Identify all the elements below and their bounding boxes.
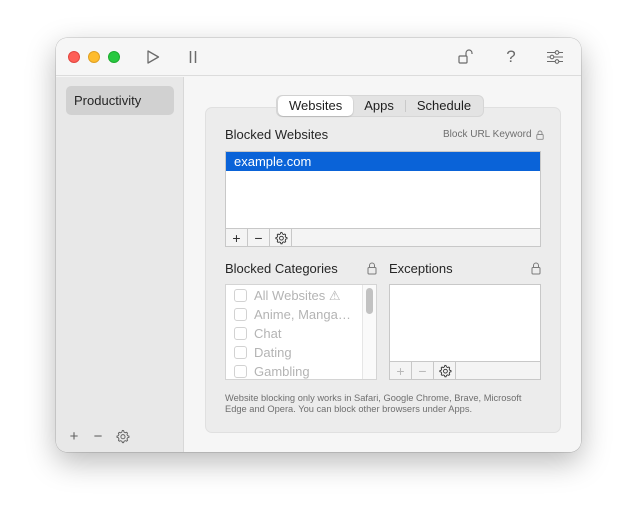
preferences-button[interactable] bbox=[545, 47, 565, 67]
plus-icon: + bbox=[232, 229, 241, 246]
exception-settings-button[interactable] bbox=[434, 362, 456, 379]
scrollbar-thumb[interactable] bbox=[366, 288, 373, 314]
sidebar: Productivity + − bbox=[56, 77, 184, 452]
gear-icon bbox=[438, 364, 451, 377]
sidebar-item-productivity[interactable]: Productivity bbox=[66, 86, 174, 115]
blocked-categories-list[interactable]: All Websites ⚠ Anime, Manga… Chat Dating… bbox=[225, 284, 377, 380]
lock-button[interactable] bbox=[456, 47, 476, 67]
exceptions-list[interactable]: + − bbox=[389, 284, 541, 380]
checkbox[interactable] bbox=[234, 365, 247, 378]
remove-exception-button[interactable]: − bbox=[412, 362, 434, 379]
zoom-window-button[interactable] bbox=[108, 51, 120, 63]
tab-label: Schedule bbox=[416, 98, 472, 113]
category-item[interactable]: All Websites ⚠ bbox=[234, 286, 341, 305]
add-website-button[interactable]: + bbox=[226, 229, 248, 246]
tab-label: Websites bbox=[289, 98, 343, 113]
category-label: Chat bbox=[254, 326, 282, 341]
exceptions-toolbar: + − bbox=[390, 361, 540, 379]
plus-icon: + bbox=[69, 427, 79, 445]
add-exception-button[interactable]: + bbox=[390, 362, 412, 379]
minus-icon: − bbox=[254, 229, 263, 246]
tab-schedule[interactable]: Schedule bbox=[406, 96, 482, 116]
blocked-categories-title: Blocked Categories bbox=[225, 261, 338, 276]
tab-label: Apps bbox=[364, 98, 394, 113]
category-label: Anime, Manga… bbox=[254, 307, 351, 322]
website-settings-button[interactable] bbox=[270, 229, 292, 246]
checkbox[interactable] bbox=[234, 308, 247, 321]
tab-bar: Websites Apps Schedule bbox=[276, 95, 485, 117]
browser-support-note: Website blocking only works in Safari, G… bbox=[225, 393, 522, 414]
blocked-websites-toolbar: + − bbox=[226, 228, 540, 246]
plus-icon: + bbox=[396, 362, 405, 379]
tab-apps[interactable]: Apps bbox=[353, 96, 405, 116]
play-icon bbox=[147, 50, 160, 64]
pause-button[interactable] bbox=[183, 47, 203, 67]
sliders-icon bbox=[547, 50, 563, 64]
remove-profile-button[interactable]: − bbox=[90, 427, 106, 445]
minus-icon: − bbox=[93, 427, 103, 445]
add-profile-button[interactable]: + bbox=[66, 427, 82, 445]
remove-website-button[interactable]: − bbox=[248, 229, 270, 246]
category-item[interactable]: Dating bbox=[234, 343, 292, 362]
sidebar-item-label: Productivity bbox=[74, 93, 142, 108]
category-label: Gambling bbox=[254, 364, 310, 379]
titlebar: ? bbox=[56, 38, 581, 76]
list-item[interactable]: example.com bbox=[226, 152, 540, 171]
block-url-keyword-label: Block URL Keyword bbox=[443, 129, 532, 140]
category-label: Dating bbox=[254, 345, 292, 360]
app-window: ? Productivity + − Websites Apps Schedul… bbox=[56, 38, 581, 452]
pause-icon bbox=[189, 51, 197, 63]
play-button[interactable] bbox=[143, 47, 163, 67]
close-window-button[interactable] bbox=[68, 51, 80, 63]
help-button[interactable]: ? bbox=[501, 47, 521, 67]
help-icon: ? bbox=[506, 47, 516, 66]
block-url-keyword-button[interactable]: Block URL Keyword bbox=[443, 129, 544, 140]
profile-settings-button[interactable] bbox=[114, 428, 130, 444]
unlocked-lock-icon bbox=[458, 49, 473, 64]
lock-icon[interactable] bbox=[367, 262, 377, 275]
checkbox[interactable] bbox=[234, 327, 247, 340]
categories-scrollbar[interactable] bbox=[362, 285, 376, 379]
category-item[interactable]: Anime, Manga… bbox=[234, 305, 351, 324]
lock-icon[interactable] bbox=[531, 262, 541, 275]
gear-icon bbox=[116, 429, 129, 443]
minus-icon: − bbox=[418, 362, 427, 379]
blocked-websites-title: Blocked Websites bbox=[225, 127, 329, 142]
tab-websites[interactable]: Websites bbox=[278, 96, 354, 116]
gear-icon bbox=[274, 231, 287, 244]
blocked-websites-list[interactable]: example.com + − bbox=[225, 151, 541, 247]
minimize-window-button[interactable] bbox=[88, 51, 100, 63]
checkbox[interactable] bbox=[234, 289, 247, 302]
sidebar-footer: + − bbox=[66, 427, 130, 445]
category-item[interactable]: Chat bbox=[234, 324, 281, 343]
category-label: All Websites ⚠ bbox=[254, 287, 341, 303]
lock-icon bbox=[535, 130, 544, 140]
category-item[interactable]: Gambling bbox=[234, 362, 310, 381]
website-label: example.com bbox=[234, 154, 312, 169]
checkbox[interactable] bbox=[234, 346, 247, 359]
exceptions-title: Exceptions bbox=[389, 261, 453, 276]
